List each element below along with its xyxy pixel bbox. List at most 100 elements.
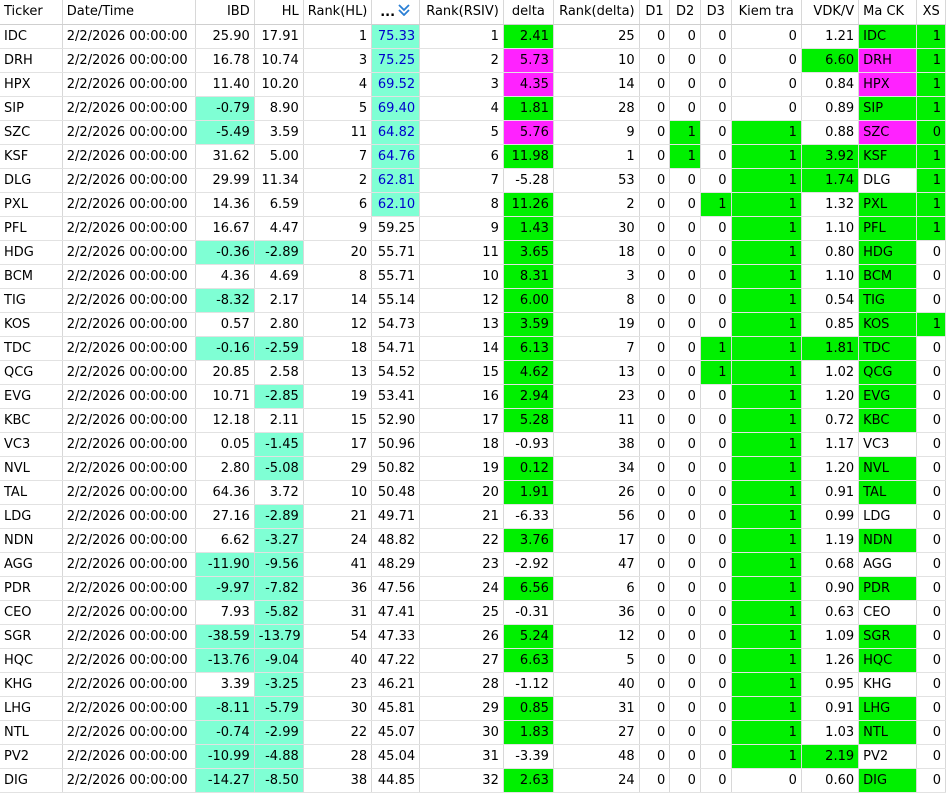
cell-ma-ck[interactable]: AGG xyxy=(858,552,918,577)
header-datetime[interactable]: Date/Time xyxy=(62,0,196,25)
cell-delta[interactable]: -0.31 xyxy=(503,600,554,625)
cell-vdkv[interactable]: 1.10 xyxy=(801,216,860,241)
cell-kiem-tra[interactable]: 1 xyxy=(731,312,802,337)
cell-rsiv[interactable]: 54.52 xyxy=(371,360,421,385)
cell-rsiv[interactable]: 54.71 xyxy=(371,336,421,361)
cell-xs[interactable]: 0 xyxy=(916,576,946,601)
cell-rank-delta[interactable]: 3 xyxy=(553,264,640,289)
cell-ibd[interactable]: -5.49 xyxy=(195,120,255,145)
cell-rank-hl[interactable]: 9 xyxy=(303,216,373,241)
cell-d3[interactable]: 0 xyxy=(700,576,732,601)
cell-d2[interactable]: 0 xyxy=(669,312,701,337)
cell-rank-rsiv[interactable]: 1 xyxy=(419,24,504,49)
cell-rank-rsiv[interactable]: 14 xyxy=(419,336,504,361)
cell-ibd[interactable]: 27.16 xyxy=(195,504,255,529)
cell-ibd[interactable]: -10.99 xyxy=(195,744,255,769)
cell-vdkv[interactable]: 3.92 xyxy=(801,144,860,169)
cell-ibd[interactable]: -8.32 xyxy=(195,288,255,313)
cell-delta[interactable]: 1.83 xyxy=(503,720,554,745)
cell-kiem-tra[interactable]: 0 xyxy=(731,96,802,121)
cell-delta[interactable]: -2.92 xyxy=(503,552,554,577)
cell-ma-ck[interactable]: KSF xyxy=(858,144,918,169)
cell-d2[interactable]: 1 xyxy=(669,120,701,145)
cell-rank-rsiv[interactable]: 22 xyxy=(419,528,504,553)
cell-hl[interactable]: -2.99 xyxy=(254,720,304,745)
cell-rsiv[interactable]: 55.71 xyxy=(371,264,421,289)
cell-rank-delta[interactable]: 34 xyxy=(553,456,640,481)
cell-rank-delta[interactable]: 10 xyxy=(553,48,640,73)
table-row[interactable]: NVL 2/2/2026 00:00:00 2.80 -5.08 29 50.82 19 0.… xyxy=(0,456,946,481)
cell-xs[interactable]: 0 xyxy=(916,672,946,697)
cell-hl[interactable]: 3.59 xyxy=(254,120,304,145)
cell-ticker[interactable]: AGG xyxy=(0,552,63,577)
cell-ibd[interactable]: 11.40 xyxy=(195,72,255,97)
cell-rank-delta[interactable]: 56 xyxy=(553,504,640,529)
cell-ma-ck[interactable]: LDG xyxy=(858,504,918,529)
cell-xs[interactable]: 0 xyxy=(916,696,946,721)
cell-ticker[interactable]: SZC xyxy=(0,120,63,145)
cell-kiem-tra[interactable]: 1 xyxy=(731,240,802,265)
cell-hl[interactable]: -2.89 xyxy=(254,504,304,529)
cell-hl[interactable]: -3.27 xyxy=(254,528,304,553)
cell-d2[interactable]: 0 xyxy=(669,624,701,649)
cell-rsiv[interactable]: 44.85 xyxy=(371,768,421,793)
cell-delta[interactable]: 5.24 xyxy=(503,624,554,649)
cell-delta[interactable]: 6.56 xyxy=(503,576,554,601)
cell-ibd[interactable]: -13.76 xyxy=(195,648,255,673)
cell-rank-rsiv[interactable]: 19 xyxy=(419,456,504,481)
cell-rsiv[interactable]: 45.04 xyxy=(371,744,421,769)
cell-vdkv[interactable]: 0.80 xyxy=(801,240,860,265)
cell-ibd[interactable]: 2.80 xyxy=(195,456,255,481)
cell-datetime[interactable]: 2/2/2026 00:00:00 xyxy=(62,168,196,193)
cell-ticker[interactable]: TAL xyxy=(0,480,63,505)
cell-datetime[interactable]: 2/2/2026 00:00:00 xyxy=(62,288,196,313)
cell-datetime[interactable]: 2/2/2026 00:00:00 xyxy=(62,384,196,409)
cell-d3[interactable]: 0 xyxy=(700,240,732,265)
cell-ma-ck[interactable]: CEO xyxy=(858,600,918,625)
cell-ma-ck[interactable]: DLG xyxy=(858,168,918,193)
cell-ma-ck[interactable]: KOS xyxy=(858,312,918,337)
cell-vdkv[interactable]: 1.10 xyxy=(801,264,860,289)
cell-delta[interactable]: 2.63 xyxy=(503,768,554,793)
cell-d2[interactable]: 0 xyxy=(669,696,701,721)
cell-ma-ck[interactable]: PV2 xyxy=(858,744,918,769)
cell-d2[interactable]: 0 xyxy=(669,408,701,433)
cell-rank-delta[interactable]: 1 xyxy=(553,144,640,169)
cell-d1[interactable]: 0 xyxy=(639,72,671,97)
cell-ma-ck[interactable]: QCG xyxy=(858,360,918,385)
cell-rank-rsiv[interactable]: 31 xyxy=(419,744,504,769)
cell-rsiv[interactable]: 50.96 xyxy=(371,432,421,457)
cell-rank-hl[interactable]: 40 xyxy=(303,648,373,673)
table-row[interactable]: KHG 2/2/2026 00:00:00 3.39 -3.25 23 46.21 28 -1… xyxy=(0,672,946,697)
cell-hl[interactable]: 2.58 xyxy=(254,360,304,385)
cell-vdkv[interactable]: 0.95 xyxy=(801,672,860,697)
cell-kiem-tra[interactable]: 1 xyxy=(731,672,802,697)
cell-ma-ck[interactable]: HDG xyxy=(858,240,918,265)
cell-rank-hl[interactable]: 15 xyxy=(303,408,373,433)
cell-d1[interactable]: 0 xyxy=(639,576,671,601)
table-row[interactable]: AGG 2/2/2026 00:00:00 -11.90 -9.56 41 48.29 23… xyxy=(0,552,946,577)
cell-d2[interactable]: 0 xyxy=(669,288,701,313)
cell-delta[interactable]: 2.41 xyxy=(503,24,554,49)
cell-rank-hl[interactable]: 13 xyxy=(303,360,373,385)
cell-d3[interactable]: 0 xyxy=(700,72,732,97)
cell-ticker[interactable]: KOS xyxy=(0,312,63,337)
cell-rank-hl[interactable]: 17 xyxy=(303,432,373,457)
cell-rank-hl[interactable]: 19 xyxy=(303,384,373,409)
cell-ticker[interactable]: DIG xyxy=(0,768,63,793)
cell-xs[interactable]: 0 xyxy=(916,120,946,145)
cell-hl[interactable]: -7.82 xyxy=(254,576,304,601)
cell-d1[interactable]: 0 xyxy=(639,504,671,529)
cell-kiem-tra[interactable]: 0 xyxy=(731,24,802,49)
cell-hl[interactable]: 2.11 xyxy=(254,408,304,433)
cell-rank-hl[interactable]: 54 xyxy=(303,624,373,649)
cell-d3[interactable]: 0 xyxy=(700,552,732,577)
cell-delta[interactable]: -1.12 xyxy=(503,672,554,697)
header-kiem-tra[interactable]: Kiem tra xyxy=(731,0,802,25)
table-row[interactable]: LDG 2/2/2026 00:00:00 27.16 -2.89 21 49.71 21-… xyxy=(0,504,946,529)
cell-ibd[interactable]: 6.62 xyxy=(195,528,255,553)
cell-ticker[interactable]: PDR xyxy=(0,576,63,601)
cell-rank-delta[interactable]: 53 xyxy=(553,168,640,193)
cell-datetime[interactable]: 2/2/2026 00:00:00 xyxy=(62,576,196,601)
cell-rank-delta[interactable]: 13 xyxy=(553,360,640,385)
